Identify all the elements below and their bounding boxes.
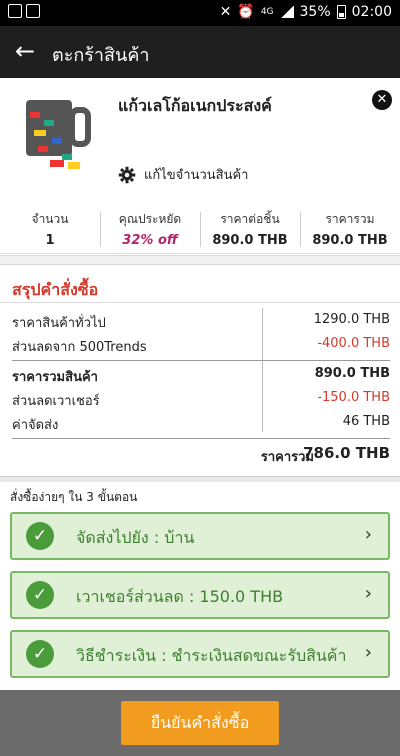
chevron-right-icon: › [364, 642, 372, 663]
check-icon: ✓ [26, 522, 54, 550]
step-voucher[interactable]: ✓ เวาเชอร์ส่วนลด : 150.0 THB › [10, 571, 390, 619]
summary-label: ส่วนลดจาก 500Trends [12, 340, 147, 355]
stat-value: 32% off [122, 233, 178, 248]
step-shipping[interactable]: ✓ จัดส่งไปยัง : บ้าน › [10, 512, 390, 560]
divider [0, 255, 400, 265]
summary-value: 46 THB [342, 414, 390, 429]
summary-row: ส่วนลดเวาเชอร์ -150.0 THB [0, 390, 400, 410]
gear-icon [118, 166, 136, 183]
step-label: จัดส่งไปยัง : บ้าน [76, 528, 195, 547]
divider [12, 360, 390, 361]
summary-label: ราคาสินค้าทั่วไป [12, 316, 106, 331]
edit-quantity-label: แก้ไขจำนวนสินค้า [144, 168, 249, 183]
summary-row: ค่าจัดส่ง 46 THB [0, 414, 400, 434]
edit-quantity-button[interactable]: แก้ไขจำนวนสินค้า [118, 164, 248, 185]
step-payment[interactable]: ✓ วิธีชำระเงิน : ชำระเงินสดขณะรับสินค้า … [10, 630, 390, 678]
divider [12, 438, 390, 439]
summary-row: ราคาสินค้าทั่วไป 1290.0 THB [0, 312, 400, 332]
summary-label: ค่าจัดส่ง [12, 418, 59, 433]
summary-value: -150.0 THB [317, 390, 390, 405]
app-bar: ← ตะกร้าสินค้า [0, 26, 400, 78]
check-icon: ✓ [26, 640, 54, 668]
back-arrow-icon[interactable]: ← [12, 38, 38, 64]
grand-total: ราคารวม 786.0 THB [0, 440, 400, 474]
stat-value: 890.0 THB [312, 233, 388, 248]
network-type: 4G [260, 6, 274, 17]
stat-label: ราคาต่อชิ้น [220, 212, 280, 226]
summary-heading: สรุปคำสั่งซื้อ [12, 280, 99, 299]
bottom-bar: ยืนยันคำสั่งซื้อ [0, 690, 400, 756]
status-bar: ✕ ⏰ 4G 35% 02:00 [0, 0, 400, 26]
confirm-order-button[interactable]: ยืนยันคำสั่งซื้อ [121, 701, 279, 745]
summary-value: 890.0 THB [314, 366, 390, 381]
stat-value: 1 [45, 233, 55, 248]
stat-value: 890.0 THB [212, 233, 288, 248]
battery-icon [336, 5, 346, 19]
summary-label: ราคารวมสินค้า [12, 370, 98, 385]
summary-label: ส่วนลดเวาเชอร์ [12, 394, 100, 409]
summary-value: 1290.0 THB [313, 312, 390, 327]
product-card: แก้วเลโก้อเนกประสงค์ ✕ แก้ไขจำนวนสินค้า [0, 78, 400, 206]
stat-savings: คุณประหยัด 32% off [100, 206, 200, 253]
stat-total: ราคารวม 890.0 THB [300, 206, 400, 253]
cart-content: แก้วเลโก้อเนกประสงค์ ✕ แก้ไขจำนวนสินค้า … [0, 78, 400, 690]
page-title: ตะกร้าสินค้า [52, 45, 150, 66]
stat-label: จำนวน [31, 212, 69, 226]
chevron-right-icon: › [364, 524, 372, 545]
stat-label: คุณประหยัด [118, 212, 182, 226]
signal-icon [279, 6, 294, 18]
chevron-right-icon: › [364, 583, 372, 604]
alarm-icon: ⏰ [237, 4, 255, 20]
remove-item-close-icon[interactable]: ✕ [372, 90, 392, 110]
stat-quantity: จำนวน 1 [0, 206, 100, 253]
step-label: วิธีชำระเงิน : ชำระเงินสดขณะรับสินค้า [76, 646, 347, 665]
summary-value: -400.0 THB [317, 336, 390, 351]
check-icon: ✓ [26, 581, 54, 609]
battery-percent: 35% [299, 4, 331, 20]
total-value: 786.0 THB [303, 444, 390, 462]
divider [0, 476, 400, 482]
clock: 02:00 [351, 4, 392, 20]
stat-unit-price: ราคาต่อชิ้น 890.0 THB [200, 206, 300, 253]
stat-label: ราคารวม [325, 212, 375, 226]
image-notification-icon [26, 4, 40, 18]
summary-row: ส่วนลดจาก 500Trends -400.0 THB [0, 336, 400, 356]
summary-row: ราคารวมสินค้า 890.0 THB [0, 366, 400, 386]
product-name: แก้วเลโก้อเนกประสงค์ [118, 96, 272, 115]
product-stats: จำนวน 1 คุณประหยัด 32% off ราคาต่อชิ้น 8… [0, 206, 400, 254]
divider [0, 302, 400, 303]
product-image [26, 100, 91, 169]
step-label: เวาเชอร์ส่วนลด : 150.0 THB [76, 587, 284, 606]
image-notification-icon [8, 4, 22, 18]
steps-title: สั่งซื้อง่ายๆ ใน 3 ขั้นตอน [10, 490, 138, 504]
mute-icon: ✕ [219, 4, 232, 20]
